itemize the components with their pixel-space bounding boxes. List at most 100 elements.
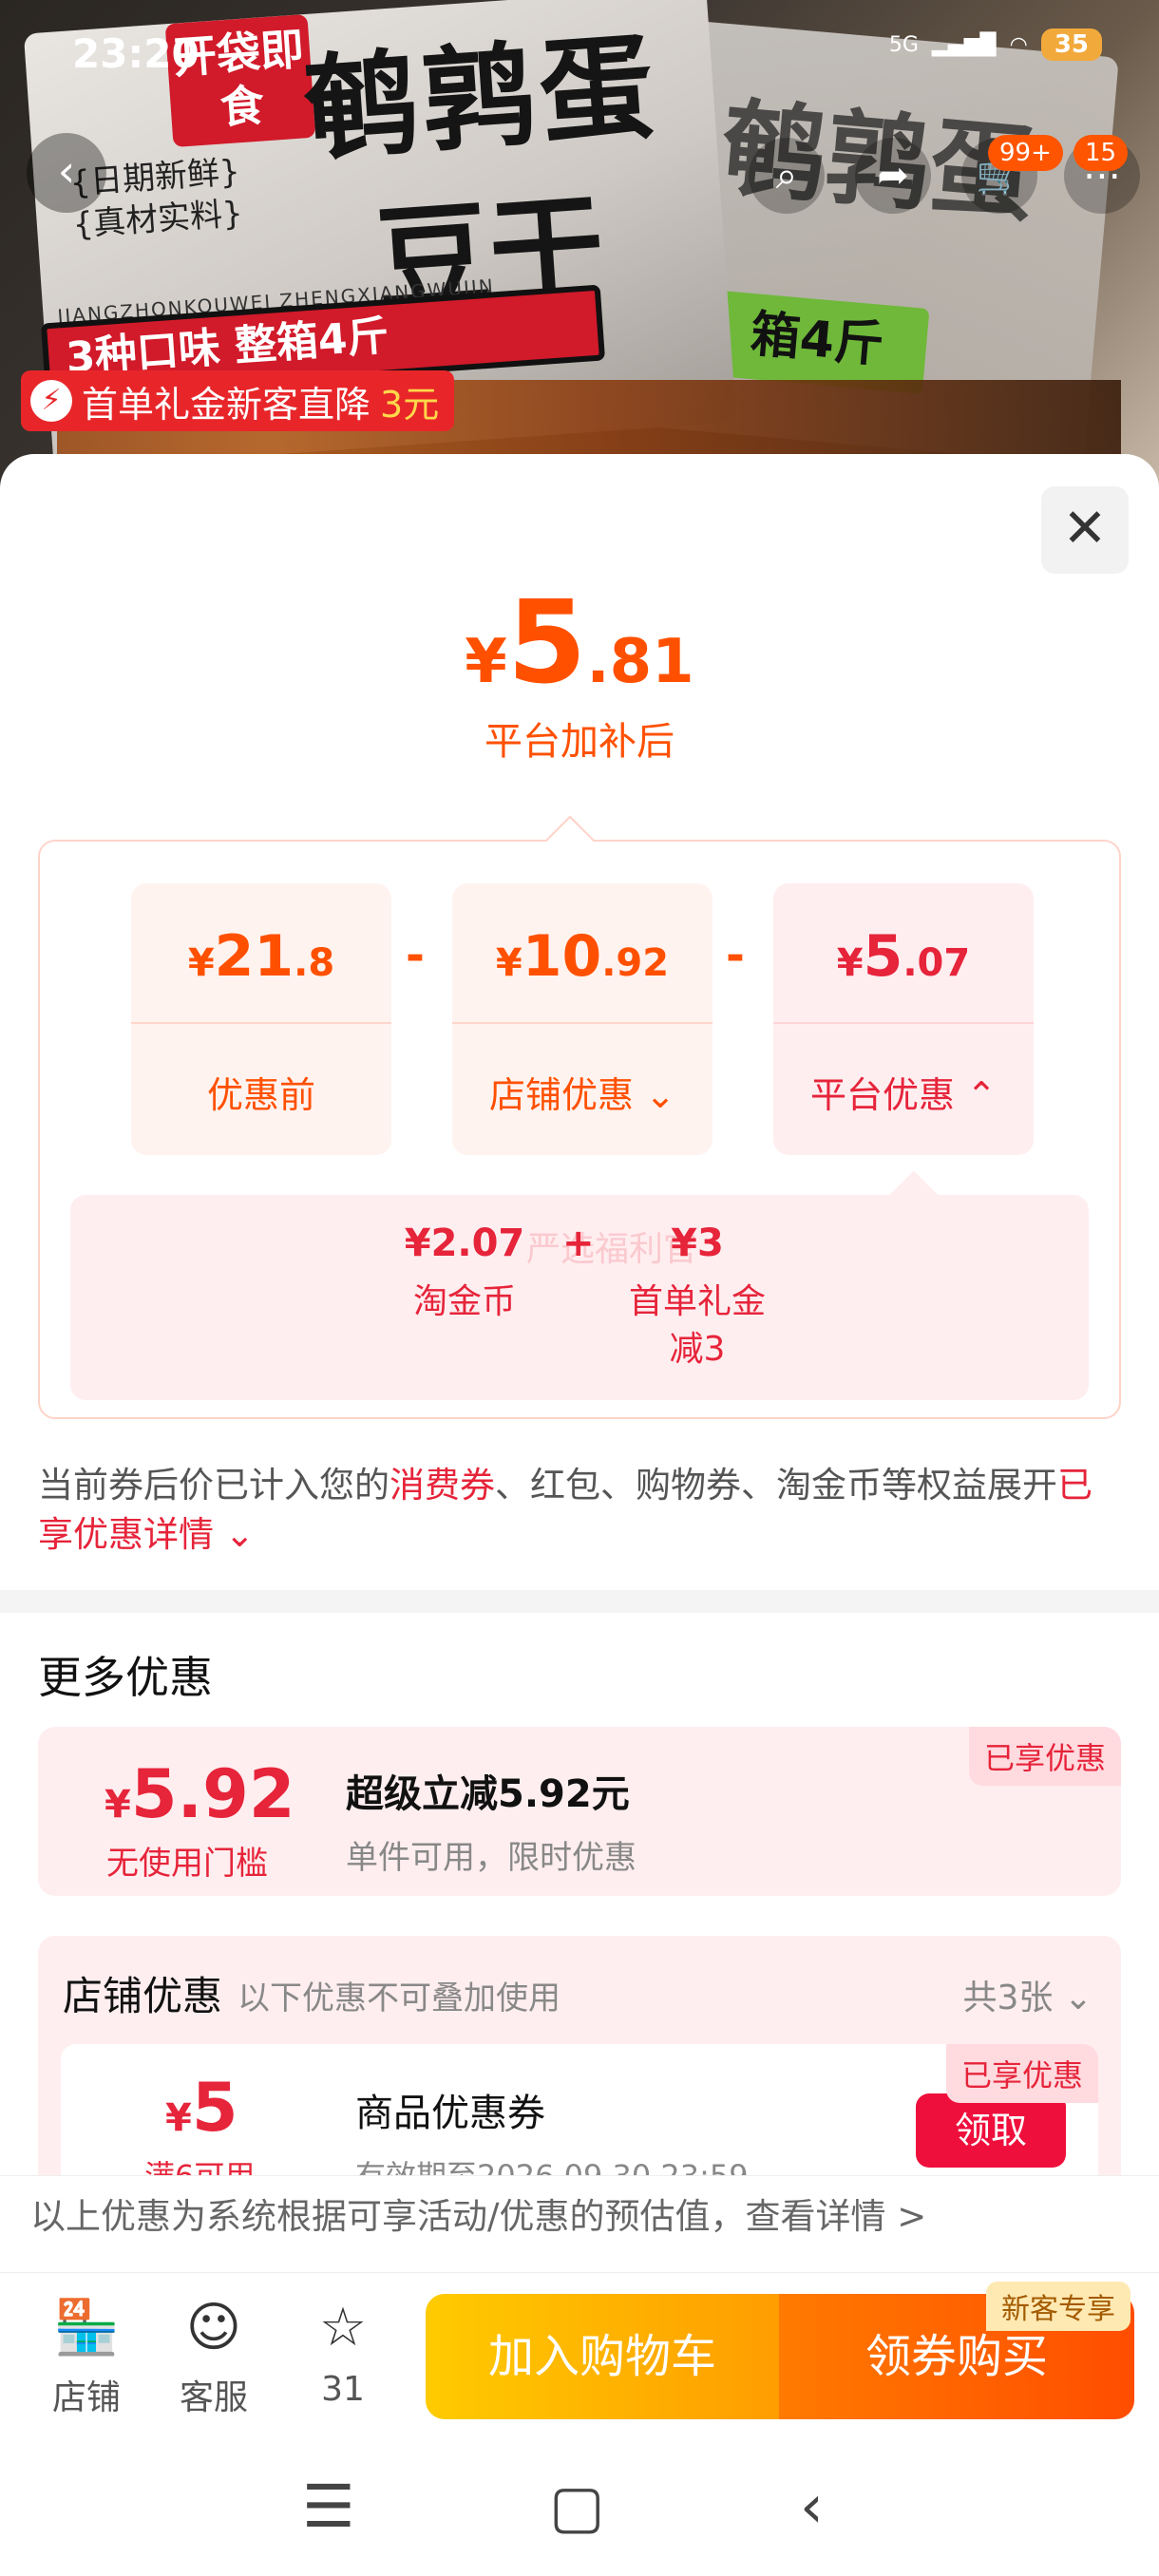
status-time: 23:20	[72, 30, 200, 77]
amount-decimal: .92	[601, 941, 670, 985]
discount-sheet: ✕ ¥5.81 平台加补后 ¥21.8 优惠前 - ¥10.92 店铺优惠 ⌄ …	[0, 454, 1159, 2576]
chevron-down-icon[interactable]: ⌄	[214, 1514, 255, 1555]
currency: ¥	[187, 941, 215, 985]
shop-discount-subtitle: 以下优惠不可叠加使用	[238, 1979, 560, 2017]
breakdown-first-order-value: ¥3	[671, 1222, 724, 1265]
final-price-decimal: .81	[586, 627, 694, 697]
breakdown-first-order: ¥3 首单礼金 减3	[612, 1222, 783, 1373]
amount-integer: 10	[522, 923, 602, 990]
battery-icon: 35	[1040, 28, 1102, 61]
discount-note: 当前券后价已计入您的消费券、红包、购物券、淘金币等权益展开已享优惠详情 ⌄	[38, 1461, 1121, 1560]
super-discount-subtitle: 单件可用，限时优惠	[346, 1839, 636, 1877]
platform-discount-amount: ¥5.07	[773, 883, 1034, 1024]
cart-badge: 99+	[988, 135, 1063, 171]
final-price: ¥5.81	[0, 578, 1159, 710]
star-icon: ☆	[318, 2297, 368, 2358]
breakdown-coin-value: ¥2.07	[404, 1222, 525, 1265]
currency: ¥	[104, 1783, 131, 1827]
shop-discount-label: 店铺优惠 ⌄	[452, 1024, 712, 1118]
section-divider	[0, 1590, 1159, 1613]
super-discount-title: 超级立减5.92元	[346, 1772, 630, 1816]
close-icon: ✕	[1062, 498, 1108, 559]
platform-breakdown: 严选福利官 ¥2.07 淘金币 + ¥3 首单礼金 减3	[70, 1170, 1089, 1400]
super-discount-card: ¥5.92 无使用门槛 超级立减5.92元 单件可用，限时优惠 已享优惠	[38, 1727, 1121, 1896]
breakdown-first-order-name: 首单礼金	[628, 1282, 766, 1321]
enjoyed-tag: 已享优惠	[945, 2044, 1098, 2103]
service-label: 客服	[179, 2378, 248, 2417]
menu-icon[interactable]: ☰	[302, 2472, 355, 2541]
calc-notch	[545, 815, 595, 864]
bottom-action-bar: 🏪 店铺 ☺ 客服 ☆ 31 加入购物车 领券购买	[0, 2272, 1159, 2443]
promo-text: 首单礼金新客直降	[82, 383, 371, 426]
amount-integer: 21	[214, 923, 294, 990]
share-icon[interactable]: ➦	[855, 138, 931, 214]
back-icon[interactable]: ‹	[800, 2472, 824, 2541]
first-order-promo-chip: ⚡ 首单礼金新客直降 3元	[21, 370, 455, 431]
estimate-footnote[interactable]: 以上优惠为系统根据可享活动/优惠的预估值，查看详情 >	[0, 2175, 1159, 2261]
final-price-integer: 5	[506, 578, 587, 710]
chevron-down-icon: ⌄	[1063, 1979, 1092, 2017]
amount-decimal: .07	[902, 941, 971, 985]
home-icon[interactable]: ▢	[549, 2472, 605, 2541]
coupon-count[interactable]: 共3张 ⌄	[962, 1970, 1092, 2019]
price-before-cell: ¥21.8 优惠前	[131, 883, 391, 1155]
shop-discount-amount: ¥10.92	[452, 883, 712, 1024]
network-label: 5G	[888, 32, 919, 57]
search-icon[interactable]: ⌕	[749, 138, 825, 214]
store-icon: 🏪	[53, 2297, 120, 2358]
add-to-cart-button[interactable]: 加入购物车	[426, 2294, 779, 2419]
new-customer-tag: 新客专享	[986, 2282, 1130, 2331]
price-before-label: 优惠前	[206, 1074, 315, 1116]
promo-amount: 3元	[380, 383, 440, 426]
coupon-price: ¥5	[165, 2069, 238, 2147]
close-button[interactable]: ✕	[1041, 486, 1129, 574]
chevron-down-icon: ⌄	[645, 1074, 675, 1116]
signal-icon: ▂▄▆█	[931, 32, 997, 57]
store-label: 店铺	[51, 2378, 121, 2417]
shop-discount-cell[interactable]: ¥10.92 店铺优惠 ⌄	[452, 883, 712, 1155]
favorite-count: 31	[321, 2370, 365, 2409]
status-bar: 23:20 5G ▂▄▆█ ◠ 35	[0, 0, 1159, 104]
amount-decimal: .8	[294, 941, 335, 985]
note-text-1: 当前券后价已计入您的	[38, 1465, 390, 1506]
coupon-title: 商品优惠券	[355, 2092, 545, 2135]
wifi-icon: ◠	[1009, 32, 1028, 57]
super-discount-price: ¥5.92	[104, 1755, 295, 1833]
plus-sign: +	[562, 1222, 595, 1265]
super-discount-condition: 无使用门槛	[106, 1845, 268, 1883]
system-navigation-bar: ☰ ▢ ‹	[0, 2443, 1159, 2576]
service-button[interactable]: ☺ 客服	[171, 2294, 256, 2419]
customer-service-icon: ☺	[185, 2297, 242, 2358]
platform-discount-label: 平台优惠 ⌃	[773, 1024, 1034, 1118]
currency: ¥	[165, 2096, 192, 2140]
minus-sign: -	[406, 929, 425, 982]
claim-coupon-button[interactable]: 领取	[916, 2093, 1066, 2168]
final-price-currency: ¥	[465, 627, 507, 697]
final-price-label: 平台加补后	[484, 720, 674, 764]
chevron-up-icon: ⌃	[966, 1074, 997, 1116]
breakdown-coin-name: 淘金币	[412, 1282, 516, 1321]
bolt-icon: ⚡	[30, 380, 72, 422]
more-discounts-title: 更多优惠	[38, 1652, 213, 1703]
coupon-count-text: 共3张	[962, 1979, 1054, 2017]
enjoyed-tag: 已享优惠	[968, 1727, 1121, 1786]
platform-discount-cell[interactable]: ¥5.07 平台优惠 ⌃	[773, 883, 1034, 1155]
minus-sign: -	[726, 929, 745, 982]
super-discount-value: 5.92	[130, 1755, 295, 1833]
store-button[interactable]: 🏪 店铺	[44, 2294, 129, 2419]
breakdown-notch	[889, 1170, 939, 1220]
favorite-button[interactable]: ☆ 31	[300, 2294, 386, 2409]
status-icons: 5G ▂▄▆█ ◠ 35	[889, 28, 1102, 61]
amount-integer: 5	[863, 923, 903, 990]
message-badge: 15	[1074, 135, 1129, 171]
price-before-amount: ¥21.8	[131, 883, 391, 1024]
consumption-coupon-link[interactable]: 消费券	[390, 1465, 495, 1506]
platform-discount-label-text: 平台优惠	[810, 1074, 956, 1116]
currency: ¥	[495, 941, 522, 985]
shop-discount-label-text: 店铺优惠	[489, 1074, 635, 1116]
back-button[interactable]: ‹	[27, 133, 106, 213]
breakdown-coin: ¥2.07 淘金币	[393, 1222, 536, 1326]
note-text-2: 、红包、购物券、淘金币等权益展开	[495, 1465, 1057, 1506]
shop-discount-title: 店铺优惠	[63, 1973, 223, 2019]
breakdown-first-order-sub: 减3	[669, 1330, 726, 1369]
